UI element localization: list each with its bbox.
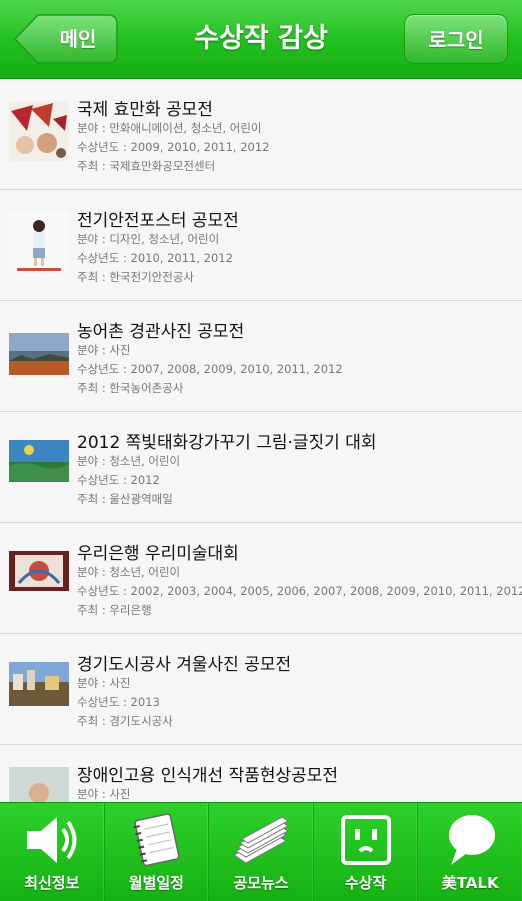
item-title: 우리은행 우리미술대회 <box>77 544 239 564</box>
tab-mi-talk[interactable]: 美TALK <box>418 803 522 901</box>
item-title: 2012 쪽빛태화강가꾸기 그림·글짓기 대회 <box>77 433 377 453</box>
item-field: 분야 : 청소년, 어린이 <box>77 454 181 468</box>
award-list: 국제 효만화 공모전 분야 : 만화애니메이션, 청소년, 어린이 수상년도 :… <box>0 79 522 802</box>
item-title: 경기도시공사 겨울사진 공모전 <box>77 655 292 675</box>
thumbnail <box>9 767 69 802</box>
page-title: 수상작 감상 <box>194 23 328 54</box>
item-title: 전기안전포스터 공모전 <box>77 211 239 231</box>
back-button-label: 메인 <box>59 27 97 51</box>
item-years: 수상년도 : 2010, 2011, 2012 <box>77 251 233 265</box>
list-item[interactable]: 경기도시공사 겨울사진 공모전 분야 : 사진 수상년도 : 2013 주최 :… <box>0 634 522 745</box>
login-button[interactable]: 로그인 <box>404 14 508 64</box>
tab-label: 美TALK <box>441 874 499 892</box>
tab-latest-info[interactable]: 최신정보 <box>0 803 105 901</box>
thumbnail <box>9 545 69 605</box>
notebook-icon <box>134 813 180 867</box>
item-host: 주최 : 우리은행 <box>77 603 152 617</box>
item-title: 국제 효만화 공모전 <box>77 100 213 120</box>
item-host: 주최 : 국제효만화공모전센터 <box>77 159 216 173</box>
item-host: 주최 : 경기도시공사 <box>77 714 173 728</box>
tab-monthly-schedule[interactable]: 월별일정 <box>105 803 210 901</box>
newspaper-stack-icon <box>233 816 289 864</box>
speaker-icon <box>26 817 77 863</box>
list-item[interactable]: 국제 효만화 공모전 분야 : 만화애니메이션, 청소년, 어린이 수상년도 :… <box>0 79 522 190</box>
item-years: 수상년도 : 2012 <box>77 473 160 487</box>
item-host: 주최 : 한국전기안전공사 <box>77 270 194 284</box>
speech-bubble-icon <box>449 815 496 865</box>
item-years: 수상년도 : 2013 <box>77 695 160 709</box>
tab-award-works[interactable]: 수상작 <box>314 803 419 901</box>
item-years: 수상년도 : 2009, 2010, 2011, 2012 <box>77 140 270 154</box>
app-header: 메인 수상작 감상 로그인 <box>0 0 522 79</box>
item-years: 수상년도 : 2007, 2008, 2009, 2010, 2011, 201… <box>77 362 343 376</box>
list-item[interactable]: 우리은행 우리미술대회 분야 : 청소년, 어린이 수상년도 : 2002, 2… <box>0 523 522 634</box>
item-field: 분야 : 사진 <box>77 676 131 690</box>
item-host: 주최 : 울산광역매일 <box>77 492 173 506</box>
tab-label: 공모뉴스 <box>233 874 289 892</box>
item-host: 주최 : 한국농어촌공사 <box>77 381 184 395</box>
thumbnail <box>9 101 69 161</box>
item-title: 농어촌 경관사진 공모전 <box>77 322 245 342</box>
thumbnail <box>9 434 69 494</box>
list-item[interactable]: 농어촌 경관사진 공모전 분야 : 사진 수상년도 : 2007, 2008, … <box>0 301 522 412</box>
thumbnail <box>9 656 69 716</box>
item-field: 분야 : 청소년, 어린이 <box>77 565 181 579</box>
list-item[interactable]: 2012 쪽빛태화강가꾸기 그림·글짓기 대회 분야 : 청소년, 어린이 수상… <box>0 412 522 523</box>
item-field: 분야 : 만화애니메이션, 청소년, 어린이 <box>77 121 262 135</box>
item-title: 장애인고용 인식개선 작품현상공모전 <box>77 766 339 786</box>
item-field: 분야 : 사진 <box>77 343 131 357</box>
thumbnail <box>9 212 69 272</box>
list-item[interactable]: 장애인고용 인식개선 작품현상공모전 분야 : 사진 <box>0 745 522 802</box>
tab-label: 월별일정 <box>128 874 184 892</box>
thumbnail <box>9 323 69 383</box>
list-item[interactable]: 전기안전포스터 공모전 분야 : 디자인, 청소년, 어린이 수상년도 : 20… <box>0 190 522 301</box>
item-field: 분야 : 디자인, 청소년, 어린이 <box>77 232 220 246</box>
tab-label: 수상작 <box>344 874 387 892</box>
item-field: 분야 : 사진 <box>77 787 131 801</box>
item-years: 수상년도 : 2002, 2003, 2004, 2005, 2006, 200… <box>77 584 522 598</box>
main-back-button[interactable]: 메인 <box>14 14 118 64</box>
bottom-tab-bar: 최신정보 월별일정 공모뉴스 수상작 美TALK <box>0 802 522 901</box>
outlet-icon <box>340 815 391 865</box>
tab-contest-news[interactable]: 공모뉴스 <box>209 803 314 901</box>
tab-label: 최신정보 <box>24 874 80 892</box>
